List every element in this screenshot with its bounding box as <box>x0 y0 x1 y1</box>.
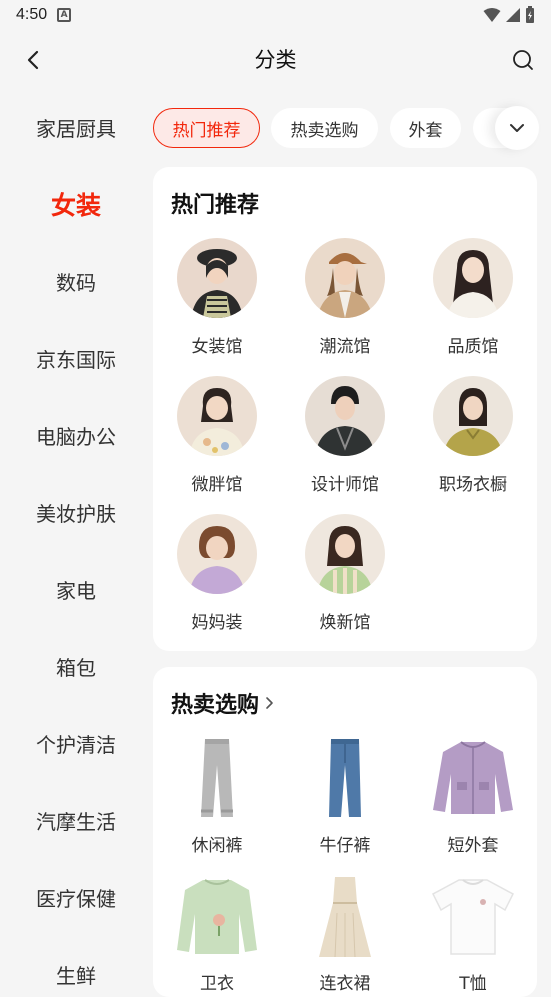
sidebar-item-auto[interactable]: 汽摩生活 <box>0 800 152 840</box>
product-label: 牛仔裤 <box>319 836 371 856</box>
chip-label: 外套 <box>408 120 443 141</box>
sidebar-item-home-kitchen[interactable]: 家居厨具 <box>0 107 152 147</box>
product-casual-pants[interactable]: 休闲裤 <box>153 733 281 856</box>
venue-label: 潮流馆 <box>319 337 371 357</box>
venue-label: 职场衣橱 <box>439 475 507 495</box>
venue-womens[interactable]: 女装馆 <box>153 238 281 357</box>
signal-icon <box>506 8 520 22</box>
venue-quality[interactable]: 品质馆 <box>409 238 537 357</box>
product-image <box>428 733 518 823</box>
product-tshirt[interactable]: T恤 <box>409 871 537 994</box>
sidebar-item-bags[interactable]: 箱包 <box>0 646 152 686</box>
product-label: T恤 <box>459 974 487 994</box>
status-bar: 4:50 A <box>0 0 551 30</box>
battery-icon <box>526 6 534 23</box>
sidebar-item-label: 家电 <box>56 578 96 603</box>
product-dress[interactable]: 连衣裙 <box>281 871 409 994</box>
avatar <box>177 238 257 318</box>
sidebar-item-digital[interactable]: 数码 <box>0 261 152 301</box>
sidebar-item-computer-office[interactable]: 电脑办公 <box>0 415 152 455</box>
page-title: 分类 <box>254 48 297 72</box>
sidebar-item-label: 京东国际 <box>36 347 116 372</box>
sidebar-item-personal-care[interactable]: 个护清洁 <box>0 723 152 763</box>
venue-plus-size[interactable]: 微胖馆 <box>153 376 281 495</box>
product-label: 卫衣 <box>200 974 234 994</box>
venue-label: 设计师馆 <box>311 475 379 495</box>
sidebar-item-label: 女装 <box>50 191 101 220</box>
sidebar-item-label: 个护清洁 <box>36 732 116 757</box>
chevron-right-icon <box>266 697 273 709</box>
chip-label: 热门推荐 <box>172 120 241 141</box>
product-image <box>172 733 262 823</box>
avatar <box>177 514 257 594</box>
section-title: 热卖选购 <box>171 693 260 718</box>
venue-label: 品质馆 <box>447 337 499 357</box>
category-sidebar: 家居厨具 女装 数码 京东国际 电脑办公 美妆护肤 家电 箱包 个护清洁 汽摩生… <box>0 88 152 988</box>
product-label: 短外套 <box>447 836 499 856</box>
chevron-down-icon <box>510 124 524 132</box>
sidebar-item-fresh[interactable]: 生鲜 <box>0 954 152 994</box>
sidebar-item-label: 家居厨具 <box>36 116 116 141</box>
product-image <box>300 871 390 961</box>
avatar <box>177 376 257 456</box>
product-short-jacket[interactable]: 短外套 <box>409 733 537 856</box>
avatar <box>305 238 385 318</box>
section-title-link[interactable]: 热卖选购 <box>171 687 277 719</box>
sidebar-item-appliances[interactable]: 家电 <box>0 569 152 609</box>
venue-workwear[interactable]: 职场衣橱 <box>409 376 537 495</box>
avatar <box>305 376 385 456</box>
chip-coat[interactable]: 外套 <box>390 108 461 148</box>
product-label: 连衣裙 <box>319 974 371 994</box>
sidebar-item-label: 箱包 <box>56 655 96 680</box>
chip-hot-recommend[interactable]: 热门推荐 <box>153 108 260 148</box>
venue-designer[interactable]: 设计师馆 <box>281 376 409 495</box>
sidebar-item-label: 数码 <box>56 270 96 295</box>
sidebar-item-healthcare[interactable]: 医疗保健 <box>0 877 152 917</box>
avatar <box>433 376 513 456</box>
status-icons <box>483 6 535 24</box>
hot-sale-card: 热卖选购 休闲裤 牛仔裤 短外套 卫衣 连衣裙 T恤 <box>153 667 537 997</box>
subcategory-chips: 热门推荐 热卖选购 外套 <box>152 106 551 150</box>
status-time: 4:50 <box>16 6 48 23</box>
product-image <box>172 871 262 961</box>
venue-trend[interactable]: 潮流馆 <box>281 238 409 357</box>
sidebar-item-label: 生鲜 <box>56 963 96 988</box>
chip-hot-sale[interactable]: 热卖选购 <box>271 108 378 148</box>
sidebar-item-beauty[interactable]: 美妆护肤 <box>0 492 152 532</box>
venue-label: 焕新馆 <box>319 613 371 633</box>
venue-label: 女装馆 <box>191 337 243 357</box>
product-jeans[interactable]: 牛仔裤 <box>281 733 409 856</box>
sidebar-item-label: 汽摩生活 <box>36 809 116 834</box>
product-image <box>300 733 390 823</box>
product-image <box>428 871 518 961</box>
product-label: 休闲裤 <box>191 836 243 856</box>
avatar <box>433 238 513 318</box>
hot-recommend-card: 热门推荐 女装馆 潮流馆 品质馆 微胖馆 设计师馆 职场衣橱 妈妈装 焕新馆 <box>153 167 537 651</box>
sidebar-item-label: 医疗保健 <box>36 886 116 911</box>
venue-new[interactable]: 焕新馆 <box>281 514 409 633</box>
venue-label: 微胖馆 <box>191 475 243 495</box>
section-title: 热门推荐 <box>171 193 260 218</box>
venue-mom[interactable]: 妈妈装 <box>153 514 281 633</box>
product-hoodie[interactable]: 卫衣 <box>153 871 281 994</box>
wifi-icon <box>483 8 501 22</box>
sidebar-item-jd-international[interactable]: 京东国际 <box>0 338 152 378</box>
venue-label: 妈妈装 <box>191 613 243 633</box>
sidebar-item-womens-wear[interactable]: 女装 <box>0 184 152 224</box>
top-bar: 分类 <box>0 30 551 88</box>
chip-label: 热卖选购 <box>290 120 359 141</box>
search-icon[interactable] <box>511 48 535 72</box>
notification-a-icon: A <box>57 8 72 22</box>
sidebar-item-label: 电脑办公 <box>36 424 116 449</box>
expand-chips-button[interactable] <box>495 106 539 150</box>
back-arrow-icon[interactable] <box>22 48 46 72</box>
avatar <box>305 514 385 594</box>
sidebar-item-label: 美妆护肤 <box>36 501 116 526</box>
